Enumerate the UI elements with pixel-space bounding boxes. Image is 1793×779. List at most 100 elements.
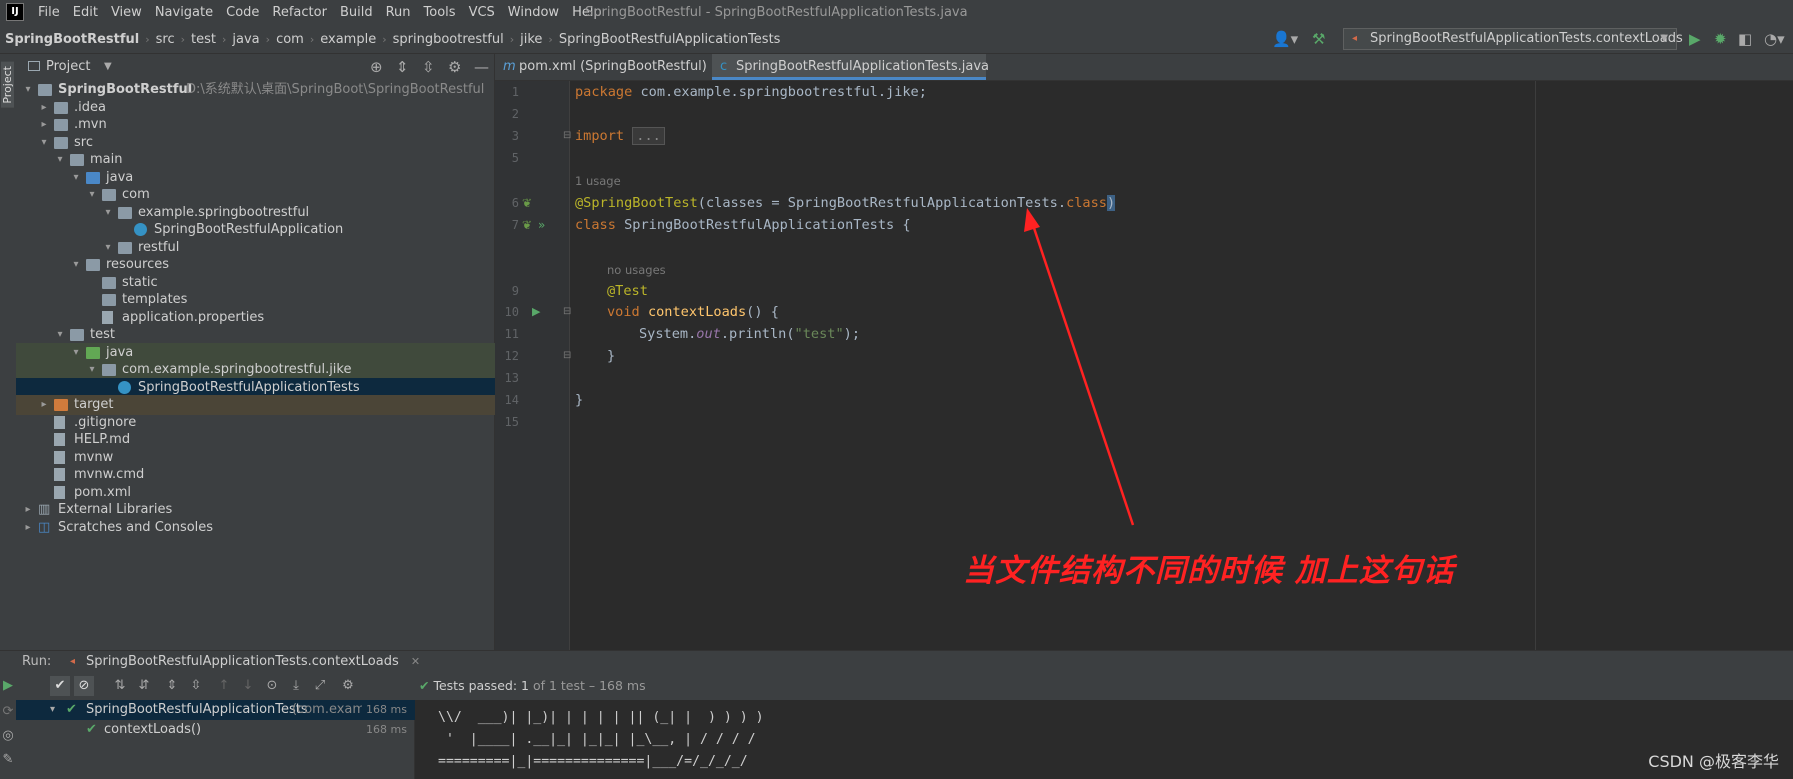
usage-hint[interactable]: 1 usage bbox=[575, 170, 621, 192]
gear-icon[interactable]: ⚙ bbox=[448, 57, 461, 77]
tree-item[interactable]: ▸ ◫ Scratches and Consoles bbox=[16, 518, 495, 538]
folder-icon bbox=[54, 119, 68, 131]
tab-tests-java[interactable]: c SpringBootRestfulApplicationTests.java… bbox=[712, 54, 989, 99]
minimize-icon[interactable]: — bbox=[474, 57, 489, 77]
chevron-right-icon: › bbox=[509, 33, 515, 46]
test-method-row[interactable]: ✔ contextLoads() 168 ms bbox=[16, 720, 415, 740]
export-icon[interactable]: ⤢ bbox=[310, 676, 330, 696]
breadcrumb-item[interactable]: example bbox=[320, 32, 376, 47]
test-results-tree: ▾ ✔ SpringBootRestfulApplicationTests (c… bbox=[16, 700, 415, 779]
menu-edit[interactable]: Edit bbox=[73, 0, 98, 25]
run-tab[interactable]: ◂ SpringBootRestfulApplicationTests.cont… bbox=[66, 651, 420, 672]
profile-icon[interactable]: ◔▾ bbox=[1764, 29, 1785, 49]
menu-build[interactable]: Build bbox=[340, 0, 373, 25]
breadcrumb-item[interactable]: SpringBootRestful bbox=[5, 32, 139, 47]
file-icon bbox=[54, 468, 65, 481]
test-duration: 168 ms bbox=[366, 723, 407, 736]
run-tests-icon[interactable]: » bbox=[538, 214, 545, 236]
line-number: 5 bbox=[511, 151, 519, 165]
project-panel: Project ▼ ⊕ ⇕ ⇳ ⚙ — ▾ SpringBootRestful D:… bbox=[16, 54, 495, 650]
show-passed-icon[interactable]: ✔ bbox=[50, 676, 70, 696]
file-icon bbox=[54, 415, 65, 429]
project-panel-title[interactable]: Project bbox=[46, 54, 90, 80]
run-tab-label: SpringBootRestfulApplicationTests.contex… bbox=[86, 654, 399, 669]
run-configuration-select[interactable]: SpringBootRestfulApplicationTests.contex… bbox=[1343, 28, 1683, 50]
code-line-14: } bbox=[575, 389, 583, 411]
code-text: (classes = SpringBootRestfulApplicationT… bbox=[697, 195, 1067, 211]
breadcrumb-item[interactable]: springbootrestful bbox=[393, 32, 504, 47]
collapse-all-icon[interactable]: ⇳ bbox=[186, 676, 206, 696]
previous-failed-icon[interactable]: ↑ bbox=[214, 676, 234, 696]
package-icon bbox=[102, 364, 116, 376]
breadcrumb-item[interactable]: java bbox=[232, 32, 259, 47]
annotation: @Test bbox=[607, 283, 648, 299]
library-icon: ▥ bbox=[38, 502, 51, 517]
test-class-row[interactable]: ▾ ✔ SpringBootRestfulApplicationTests (c… bbox=[16, 700, 415, 720]
run-icon[interactable]: ▶ bbox=[1689, 29, 1701, 49]
maven-file-icon: m bbox=[503, 59, 516, 74]
fold-icon[interactable]: ⊟ bbox=[563, 301, 571, 323]
spring-bean-icon[interactable]: ❦ bbox=[522, 214, 532, 236]
menu-window[interactable]: Window bbox=[508, 0, 559, 25]
sort-duration-icon[interactable]: ⇵ bbox=[134, 676, 154, 696]
collapse-all-icon[interactable]: ⇳ bbox=[422, 57, 435, 77]
menu-tools[interactable]: Tools bbox=[424, 0, 456, 25]
menu-vcs[interactable]: VCS bbox=[469, 0, 495, 25]
chevron-right-icon: › bbox=[145, 33, 150, 46]
gear-icon[interactable]: ⚙ bbox=[338, 676, 358, 696]
chevron-down-icon[interactable]: ▼ bbox=[104, 54, 112, 80]
sort-alpha-icon[interactable]: ⇅ bbox=[110, 676, 130, 696]
folder-icon bbox=[38, 84, 52, 96]
breadcrumb-item[interactable]: test bbox=[191, 32, 216, 47]
user-icon[interactable]: 👤▾ bbox=[1272, 29, 1298, 49]
chevron-down-icon[interactable]: ▾ bbox=[50, 700, 55, 720]
code-text: com.example.springbootrestful.jike; bbox=[632, 84, 927, 100]
code-text: System. bbox=[639, 326, 697, 342]
usage-hint[interactable]: no usages bbox=[607, 259, 666, 281]
locate-icon[interactable]: ⊕ bbox=[370, 57, 383, 77]
chevron-right-icon[interactable]: ▸ bbox=[22, 518, 34, 538]
menu-file[interactable]: File bbox=[38, 0, 60, 25]
close-icon[interactable]: ✕ bbox=[411, 655, 420, 668]
fold-icon[interactable]: ⊟ bbox=[563, 125, 571, 147]
expand-all-icon[interactable]: ⇕ bbox=[396, 57, 409, 77]
run-test-icon[interactable]: ▶ bbox=[532, 301, 540, 323]
code-text: ); bbox=[843, 326, 861, 342]
debug-icon[interactable]: ✹ bbox=[1714, 29, 1727, 49]
menu-run[interactable]: Run bbox=[386, 0, 411, 25]
status-suffix: of 1 test – 168 ms bbox=[532, 678, 646, 693]
spring-bean-icon[interactable]: ❦ bbox=[522, 192, 532, 214]
method-name: contextLoads bbox=[647, 304, 747, 320]
code-line-11: System.out.println("test"); bbox=[639, 323, 860, 345]
history-icon[interactable]: ⊙ bbox=[262, 676, 282, 696]
tab-pom-xml[interactable]: m pom.xml (SpringBootRestful) ✕ bbox=[495, 54, 710, 99]
keyword: import bbox=[575, 128, 625, 144]
breadcrumb-item[interactable]: SpringBootRestfulApplicationTests bbox=[559, 32, 781, 47]
menu-code[interactable]: Code bbox=[226, 0, 259, 25]
next-failed-icon[interactable]: ↓ bbox=[238, 676, 258, 696]
fold-icon[interactable]: ⊟ bbox=[563, 345, 571, 367]
build-hammer-icon[interactable]: ⚒ bbox=[1312, 29, 1325, 49]
expand-all-icon[interactable]: ⇕ bbox=[162, 676, 182, 696]
chevron-right-icon: › bbox=[309, 33, 315, 46]
intellij-logo-icon: IJ bbox=[6, 3, 24, 21]
editor-tabs: m pom.xml (SpringBootRestful) ✕ c Spring… bbox=[495, 54, 1793, 99]
import-tests-icon[interactable]: ⤓ bbox=[286, 676, 306, 696]
project-tool-tab[interactable]: Project bbox=[1, 62, 14, 108]
test-config-icon: ◂ bbox=[70, 656, 76, 667]
static-field: out bbox=[696, 326, 721, 342]
breadcrumb-item[interactable]: jike bbox=[520, 32, 542, 47]
folded-imports[interactable]: ... bbox=[632, 127, 665, 145]
run-config-label: SpringBootRestfulApplicationTests.contex… bbox=[1370, 31, 1683, 46]
menu-view[interactable]: View bbox=[111, 0, 142, 25]
coverage-icon[interactable]: ◧ bbox=[1738, 29, 1752, 49]
caret-paren: ) bbox=[1106, 195, 1116, 211]
line-number: 7 bbox=[511, 218, 519, 232]
code-line-9: @Test bbox=[607, 280, 648, 302]
keyword: class bbox=[575, 217, 616, 233]
show-ignored-icon[interactable]: ⊘ bbox=[74, 676, 94, 696]
menu-refactor[interactable]: Refactor bbox=[272, 0, 327, 25]
breadcrumb-item[interactable]: com bbox=[276, 32, 304, 47]
breadcrumb-item[interactable]: src bbox=[156, 32, 175, 47]
menu-navigate[interactable]: Navigate bbox=[155, 0, 213, 25]
